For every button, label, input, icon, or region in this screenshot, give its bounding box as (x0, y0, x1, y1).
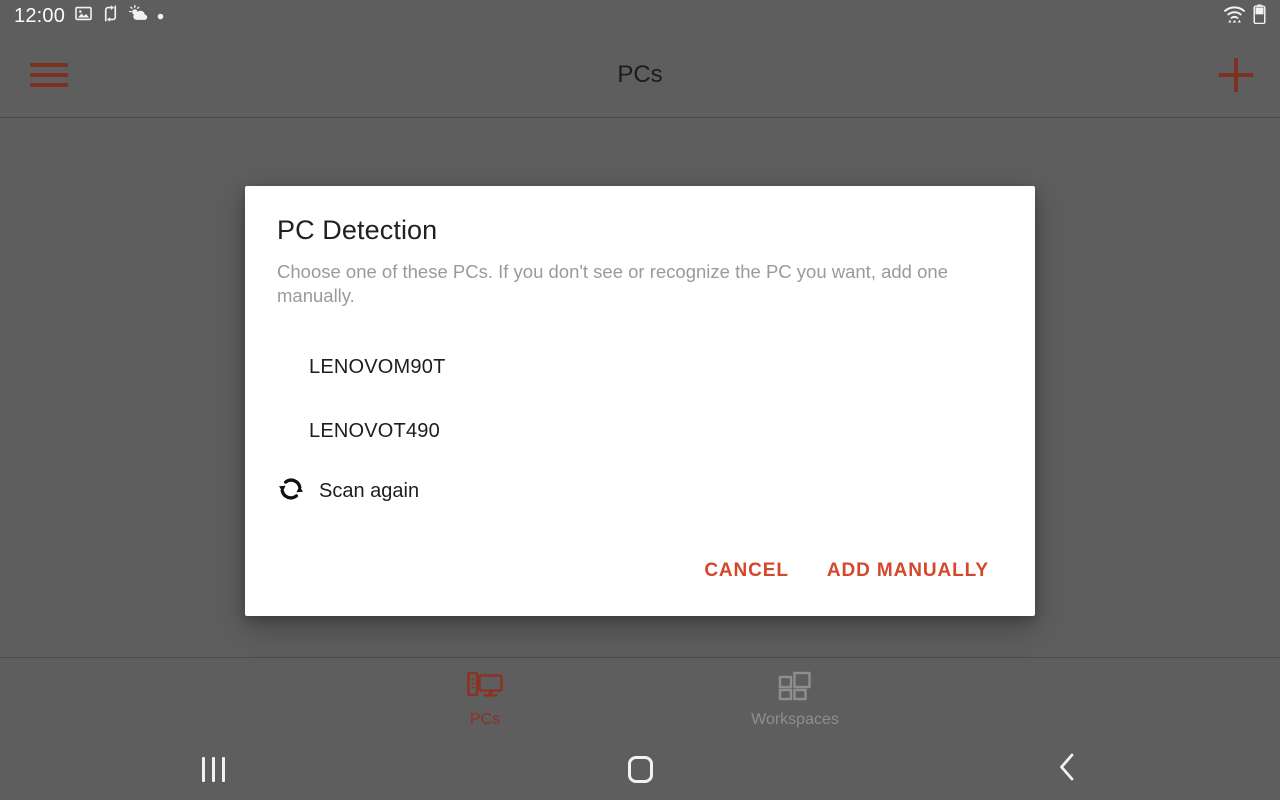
recents-bar (221, 757, 225, 782)
dialog-title: PC Detection (277, 215, 438, 245)
status-bar: 12:00 (0, 0, 1280, 32)
tab-workspaces[interactable]: Workspaces (705, 671, 885, 728)
recents-bar (211, 757, 215, 782)
status-clock: 12:00 (14, 5, 66, 27)
list-item[interactable]: LENOVOM90T (277, 336, 1003, 400)
pc-detection-dialog: PC Detection Choose one of these PCs. If… (245, 186, 1035, 616)
app-bar: PCs (0, 32, 1280, 118)
tab-pcs[interactable]: PCs (395, 671, 575, 728)
grid-dashboard-icon (778, 671, 812, 706)
add-manually-button[interactable]: ADD MANUALLY (813, 550, 1003, 592)
wifi-icon (1223, 4, 1246, 28)
menu-line (30, 72, 68, 77)
dialog-action-row: CANCEL ADD MANUALLY (277, 520, 1003, 602)
scan-again-label: Scan again (319, 480, 420, 503)
scan-again-button[interactable]: Scan again (277, 464, 1003, 520)
plus-icon[interactable] (1214, 53, 1258, 97)
cancel-button[interactable]: CANCEL (690, 550, 803, 592)
status-bar-right (1223, 4, 1266, 29)
dot-icon (157, 7, 164, 25)
back-icon (1055, 752, 1079, 787)
desktop-pc-icon (467, 671, 503, 706)
home-icon (627, 756, 653, 783)
status-bar-left: 12:00 (14, 4, 164, 28)
sync-refresh-icon (277, 476, 305, 508)
menu-line (30, 82, 68, 87)
tab-pcs-label: PCs (469, 710, 501, 728)
plus-horizontal-stroke (1219, 72, 1253, 77)
android-navigation-bar (0, 739, 1280, 800)
home-button[interactable] (427, 739, 854, 800)
pc-name-label: LENOVOT490 (309, 420, 440, 443)
recents-icon (201, 757, 225, 782)
recents-button[interactable] (0, 739, 427, 800)
page-title: PCs (617, 60, 663, 88)
image-icon (74, 4, 93, 28)
weather-icon (128, 4, 148, 28)
recents-bar (201, 757, 205, 782)
menu-line (30, 62, 68, 67)
back-button[interactable] (853, 739, 1280, 800)
tab-workspaces-label: Workspaces (751, 710, 839, 728)
list-item[interactable]: LENOVOT490 (277, 400, 1003, 464)
dialog-body-text: Choose one of these PCs. If you don't se… (277, 261, 948, 307)
battery-icon (1253, 4, 1266, 29)
pc-name-label: LENOVOM90T (309, 356, 446, 379)
device-screen: 12:00 PCs PC Detection Choose one of the… (0, 0, 1280, 800)
hamburger-menu-icon[interactable] (30, 55, 70, 95)
bottom-tab-bar: PCs Workspaces (0, 659, 1280, 739)
sync-icon (102, 4, 119, 28)
detected-pc-list: LENOVOM90T LENOVOT490 Scan again (277, 318, 1003, 520)
